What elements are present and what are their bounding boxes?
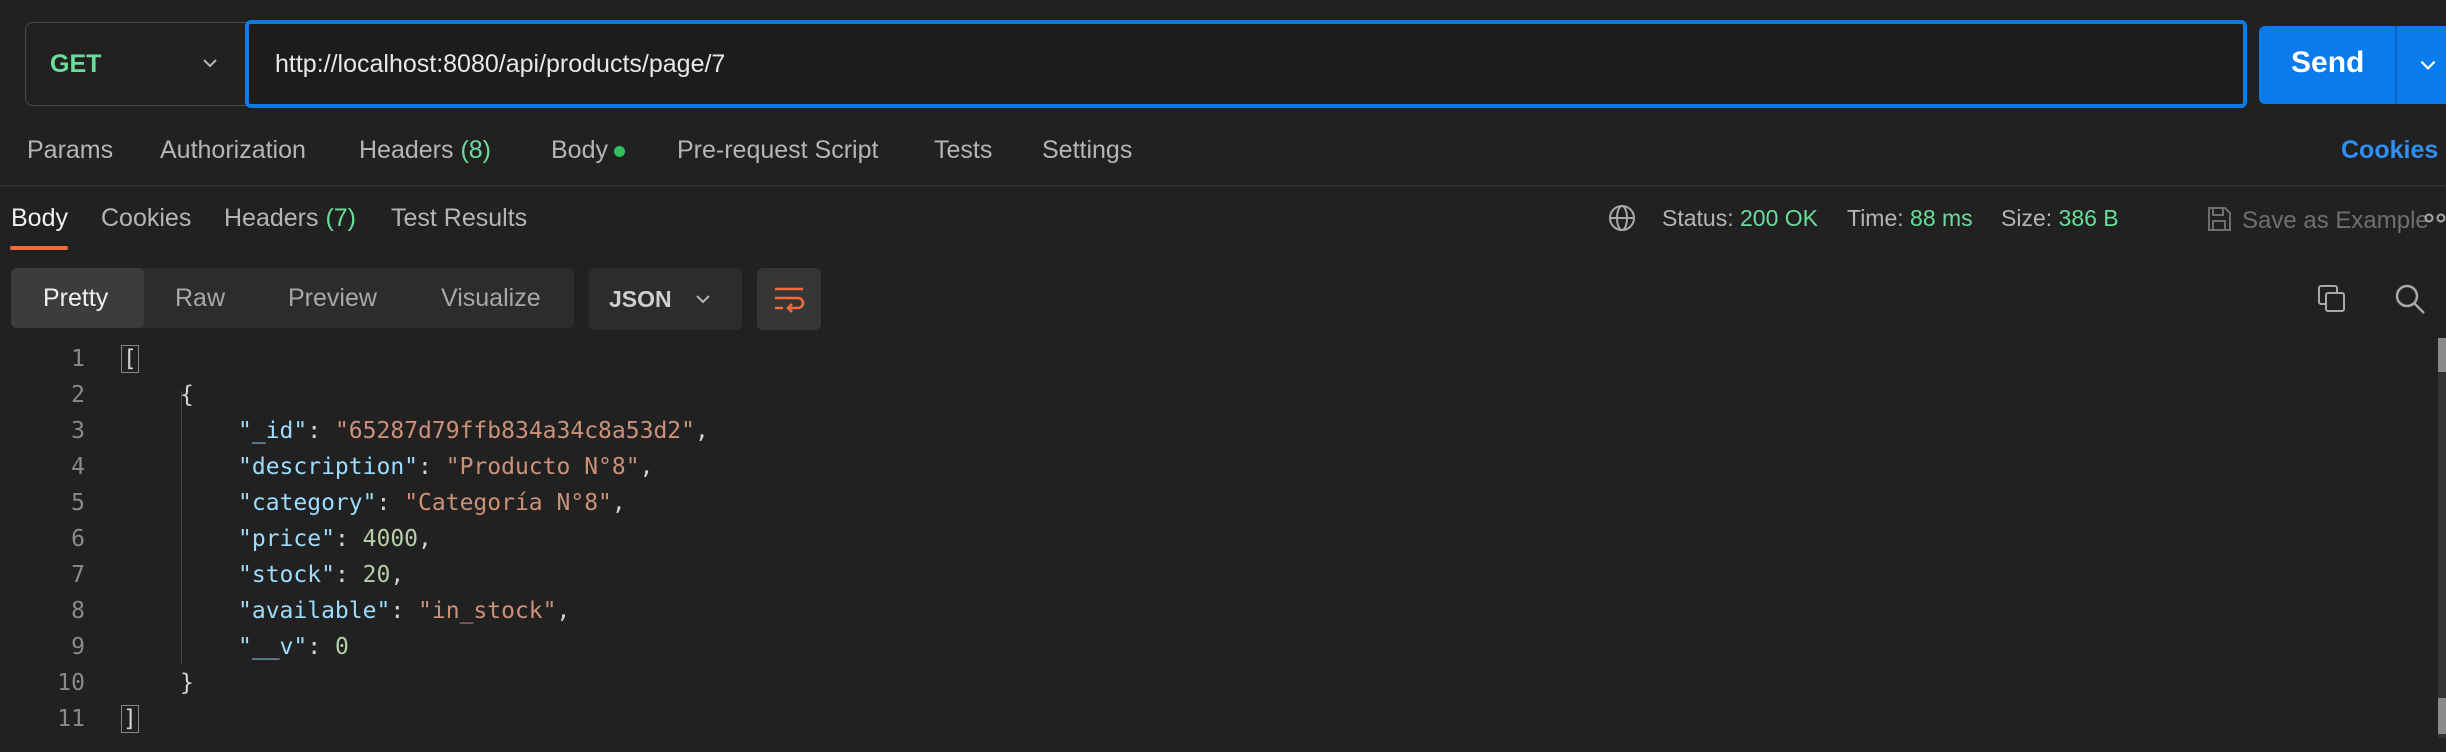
globe-icon[interactable]	[1607, 203, 1637, 233]
code-line: "__v": 0	[238, 634, 349, 660]
scrollbar-thumb[interactable]	[2438, 338, 2446, 372]
code-line: "stock": 20,	[238, 562, 405, 588]
tab-settings[interactable]: Settings	[1042, 136, 1132, 165]
format-label: JSON	[609, 286, 672, 312]
view-pretty[interactable]: Pretty	[43, 284, 108, 313]
search-icon[interactable]	[2393, 282, 2427, 316]
view-mode-selector: Pretty Raw Preview Visualize	[11, 268, 574, 328]
code-line: "category": "Categoría N°8",	[238, 490, 626, 516]
response-body-editor[interactable]: 1 2 3 4 5 6 7 8 9 10 11 [ { "_id": "6528…	[0, 340, 2446, 740]
status-value: 200 OK	[1740, 205, 1818, 231]
method-label: GET	[50, 49, 102, 78]
response-tab-test-results[interactable]: Test Results	[391, 204, 527, 233]
view-raw[interactable]: Raw	[175, 284, 225, 313]
tab-body[interactable]: Body	[551, 136, 625, 165]
copy-icon[interactable]	[2316, 283, 2348, 315]
vertical-scrollbar[interactable]	[2438, 338, 2446, 738]
url-input[interactable]: http://localhost:8080/api/products/page/…	[245, 20, 2247, 108]
response-tab-headers[interactable]: Headers (7)	[224, 204, 356, 233]
size-readout: Size: 386 B	[2001, 205, 2119, 231]
code-line: "available": "in_stock",	[238, 598, 571, 624]
chevron-down-icon	[696, 295, 710, 304]
view-preview[interactable]: Preview	[288, 284, 377, 313]
wrap-lines-icon	[775, 287, 805, 313]
line-number: 1	[71, 346, 85, 372]
view-visualize[interactable]: Visualize	[441, 284, 541, 313]
line-number: 4	[71, 454, 85, 480]
line-number: 9	[71, 634, 85, 660]
wrap-lines-button[interactable]	[757, 268, 821, 330]
scrollbar-marker	[2438, 698, 2446, 734]
line-number: 5	[71, 490, 85, 516]
method-select[interactable]: GET	[25, 22, 247, 106]
line-number: 8	[71, 598, 85, 624]
code-line: "price": 4000,	[238, 526, 432, 552]
response-headers-count: (7)	[325, 204, 357, 232]
tab-params[interactable]: Params	[27, 136, 113, 165]
headers-count: (8)	[460, 136, 492, 164]
more-icon[interactable]	[2424, 212, 2446, 224]
active-tab-underline	[10, 246, 68, 250]
code-line: "description": "Producto N°8",	[238, 454, 654, 480]
line-number: 2	[71, 382, 85, 408]
indent-guide	[181, 391, 182, 664]
chevron-down-icon[interactable]	[2417, 54, 2439, 76]
save-as-example-button[interactable]: Save as Example	[2204, 204, 2429, 235]
status-readout: Status: 200 OK	[1662, 205, 1818, 231]
cookies-link[interactable]: Cookies	[2341, 136, 2438, 165]
response-tab-body[interactable]: Body	[11, 204, 68, 233]
code-line: [	[121, 345, 139, 373]
response-tab-cookies[interactable]: Cookies	[101, 204, 191, 233]
code-line: {	[180, 382, 194, 408]
format-select[interactable]: JSON	[589, 268, 742, 330]
send-label: Send	[2291, 46, 2365, 79]
save-icon	[2208, 207, 2231, 231]
send-divider	[2395, 26, 2397, 104]
tab-headers[interactable]: Headers (8)	[359, 136, 491, 165]
send-button[interactable]: Send	[2259, 26, 2446, 104]
line-number: 7	[71, 562, 85, 588]
time-readout: Time: 88 ms	[1847, 205, 1973, 231]
body-indicator-dot	[613, 145, 625, 157]
chevron-down-icon	[203, 59, 217, 68]
line-number: 3	[71, 418, 85, 444]
line-number: 6	[71, 526, 85, 552]
line-number: 11	[57, 706, 85, 732]
url-text: http://localhost:8080/api/products/page/…	[275, 49, 726, 78]
size-value: 386 B	[2058, 205, 2119, 231]
tab-authorization[interactable]: Authorization	[160, 136, 306, 165]
line-number: 10	[57, 670, 85, 696]
code-line: ]	[121, 705, 139, 733]
code-line: "_id": "65287d79ffb834a34c8a53d2",	[238, 418, 709, 444]
tab-pre-request-script[interactable]: Pre-request Script	[677, 136, 878, 165]
code-line: }	[180, 670, 194, 696]
tab-tests[interactable]: Tests	[934, 136, 992, 165]
divider	[0, 185, 2446, 187]
time-value: 88 ms	[1910, 205, 1973, 231]
